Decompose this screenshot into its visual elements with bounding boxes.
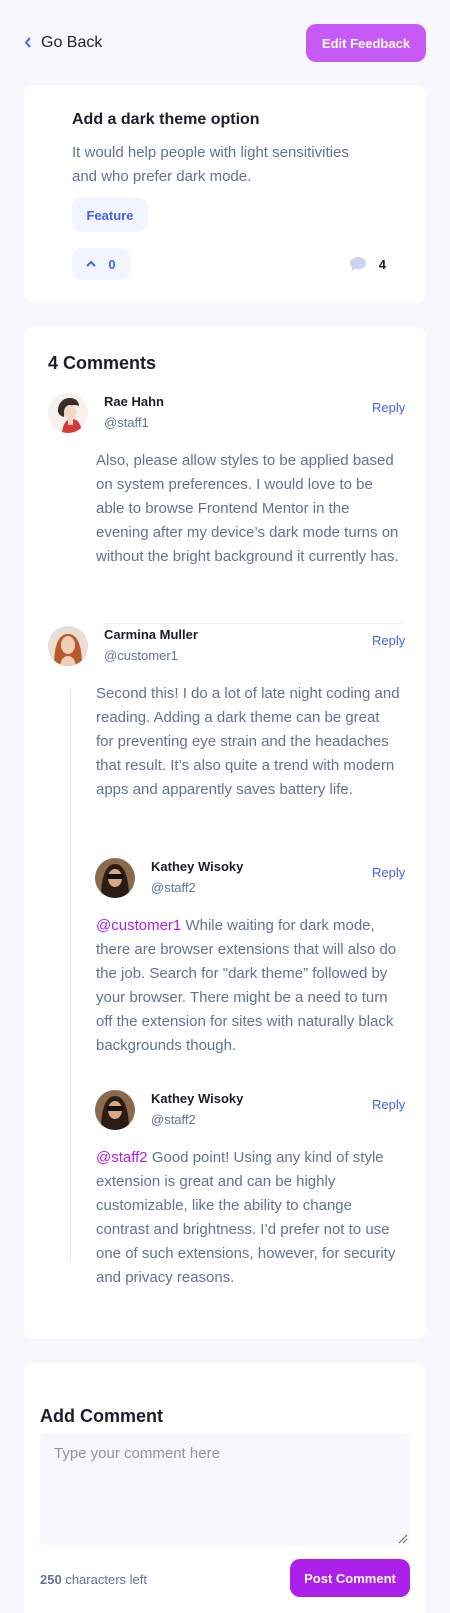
comment-author-handle: @staff2	[151, 880, 196, 895]
feedback-description: It would help people with light sensitiv…	[72, 144, 349, 185]
avatar	[95, 1090, 135, 1130]
add-comment-card: Add Comment 250 characters left Post Com…	[24, 1363, 426, 1613]
comment-count: 4	[349, 256, 386, 272]
comment-author-handle: @customer1	[104, 648, 178, 663]
upvote-count: 0	[108, 256, 116, 272]
comment-mention[interactable]: @staff2	[96, 1149, 148, 1166]
chevron-up-icon	[86, 259, 97, 270]
feedback-card: Add a dark theme option It would help pe…	[24, 85, 426, 303]
reply-button[interactable]: Reply	[372, 865, 405, 880]
characters-left: 250 characters left	[40, 1572, 147, 1587]
characters-left-count: 250	[40, 1572, 62, 1587]
edit-feedback-button[interactable]: Edit Feedback	[306, 24, 426, 62]
avatar	[48, 626, 88, 666]
comment-author-name: Carmina Muller	[104, 627, 198, 642]
reply-button[interactable]: Reply	[372, 1097, 405, 1112]
chevron-left-icon	[24, 35, 31, 51]
comment-author-handle: @staff2	[151, 1112, 196, 1127]
comment-text: Second this! I do a lot of late night co…	[96, 685, 400, 798]
upvote-button[interactable]: 0	[72, 248, 130, 280]
feedback-title: Add a dark theme option	[72, 111, 260, 128]
comment-author-handle: @staff1	[104, 415, 149, 430]
comment-mention[interactable]: @customer1	[96, 917, 181, 934]
go-back-link[interactable]: Go Back	[24, 34, 102, 52]
go-back-label: Go Back	[41, 34, 103, 51]
top-bar: Go Back Edit Feedback	[24, 24, 426, 62]
comment-author-name: Rae Hahn	[104, 394, 164, 409]
feedback-detail-page: Go Back Edit Feedback Add a dark theme o…	[0, 0, 450, 1613]
comment-author-name: Kathey Wisoky	[151, 859, 244, 874]
comments-heading: 4 Comments	[48, 353, 157, 373]
comment-text: @customer1 While waiting for dark mode, …	[96, 914, 401, 1058]
reply-button[interactable]: Reply	[372, 633, 405, 648]
comment-textarea[interactable]	[40, 1433, 410, 1545]
reply-thread-line	[70, 690, 71, 1260]
post-comment-button[interactable]: Post Comment	[290, 1559, 410, 1597]
avatar	[48, 393, 88, 433]
comment-body: Good point! Using any kind of style exte…	[96, 1149, 396, 1286]
avatar	[95, 858, 135, 898]
comment-count-value: 4	[378, 256, 386, 272]
comment-text: @staff2 Good point! Using any kind of st…	[96, 1146, 401, 1290]
comment-author-name: Kathey Wisoky	[151, 1091, 244, 1106]
comment-divider	[104, 623, 402, 624]
comment-text: Also, please allow styles to be applied …	[96, 452, 399, 565]
comment-bubble-icon	[349, 256, 367, 272]
resize-handle-icon[interactable]	[396, 1531, 408, 1544]
comment-body: While waiting for dark mode, there are b…	[96, 917, 397, 1054]
characters-left-label: characters left	[65, 1572, 147, 1587]
reply-button[interactable]: Reply	[372, 400, 405, 415]
category-tag[interactable]: Feature	[72, 198, 148, 232]
add-comment-title: Add Comment	[40, 1406, 163, 1426]
comments-card: 4 Comments Rae Hahn @staff1 Reply Also, …	[24, 327, 426, 1339]
